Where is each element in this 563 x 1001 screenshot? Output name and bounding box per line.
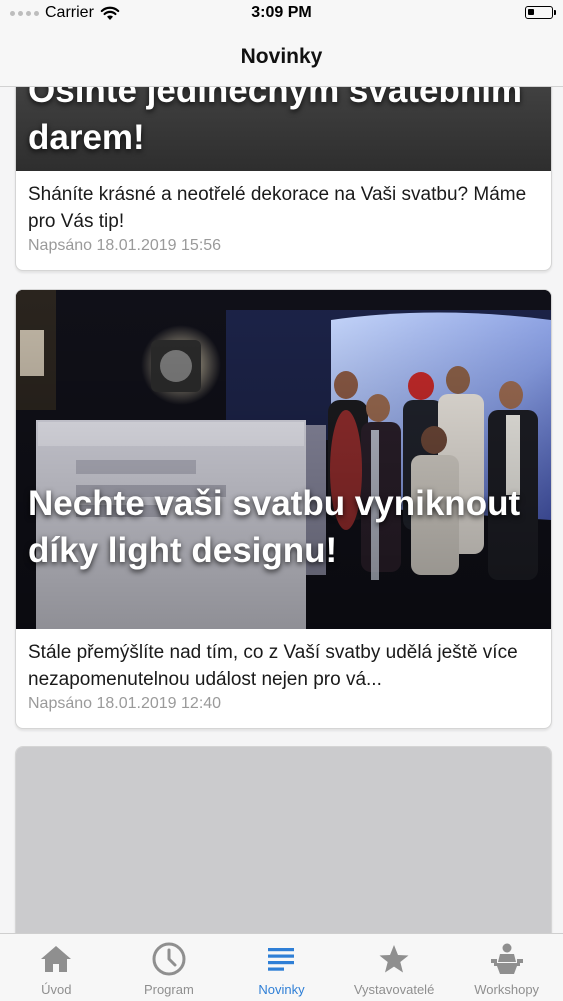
tab-program[interactable]: Program (113, 934, 226, 1001)
article-card[interactable] (15, 746, 552, 933)
workshop-icon (490, 943, 523, 974)
star-icon (379, 945, 409, 973)
tab-uvod[interactable]: Úvod (0, 934, 113, 1001)
article-image: Nechte vaši svatbu vyniknout díky light … (16, 290, 551, 629)
status-bar: Carrier 3:09 PM (0, 0, 563, 28)
tab-label: Workshopy (474, 982, 540, 997)
article-title: Oslňte jedinečným svatebním darem! (28, 87, 523, 157)
article-title: Nechte vaši svatbu vyniknout díky light … (28, 484, 521, 570)
article-card[interactable]: Oslňte jedinečným svatebním darem! Shání… (15, 87, 552, 271)
tab-vystavovatele[interactable]: Vystavovatelé (338, 934, 451, 1001)
list-icon (268, 948, 295, 971)
navigation-bar: Novinky (0, 28, 563, 87)
article-excerpt: Sháníte krásné a neotřelé dekorace na Va… (28, 184, 527, 232)
home-icon (41, 946, 72, 972)
tab-label: Úvod (41, 982, 72, 997)
article-date: Napsáno 18.01.2019 15:56 (28, 237, 222, 254)
article-image: Oslňte jedinečným svatebním darem! (16, 87, 551, 171)
tab-bar: Úvod Program Novinky Vystavovatelé Works… (0, 933, 563, 1001)
clock-icon (152, 942, 186, 976)
battery-icon (525, 6, 556, 19)
tab-novinky[interactable]: Novinky (225, 934, 338, 1001)
article-card[interactable]: Nechte vaši svatbu vyniknout díky light … (15, 289, 552, 729)
status-time: 3:09 PM (251, 4, 312, 21)
article-date: Napsáno 18.01.2019 12:40 (28, 695, 222, 712)
tab-label: Vystavovatelé (353, 982, 435, 997)
tab-workshopy[interactable]: Workshopy (450, 934, 563, 1001)
news-feed[interactable]: Oslňte jedinečným svatebním darem! Shání… (0, 87, 563, 933)
tab-label: Novinky (258, 982, 305, 997)
article-image-placeholder (16, 747, 551, 933)
article-excerpt: Stále přemýšlíte nad tím, co z Vaší svat… (28, 642, 518, 690)
page-title: Novinky (240, 45, 323, 68)
tab-label: Program (143, 982, 194, 997)
event-photo (16, 290, 551, 629)
